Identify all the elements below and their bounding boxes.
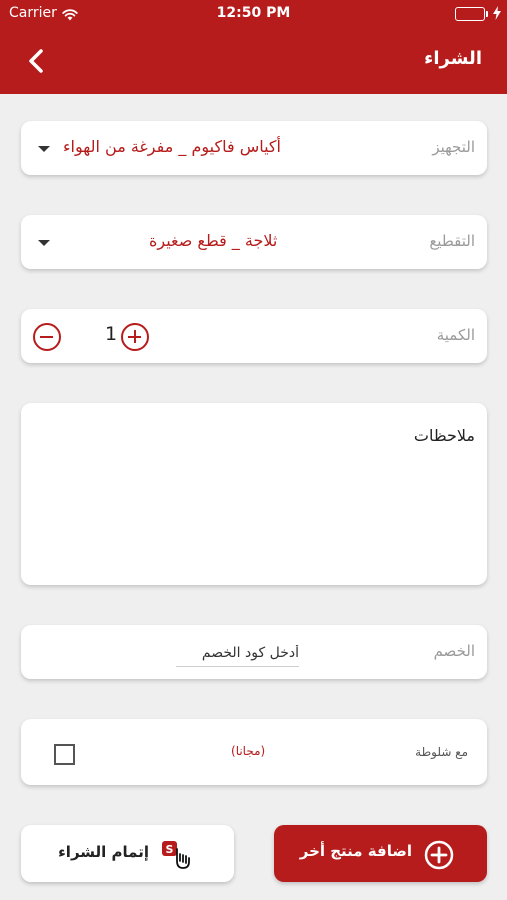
notes-label: ملاحظات	[413, 426, 475, 445]
cutting-value: ثلاجة _ قطع صغيرة	[149, 231, 278, 250]
packaging-select[interactable]: التجهيز أكياس فاكيوم _ مفرغة من الهواء	[21, 121, 487, 175]
chevron-down-icon	[38, 240, 50, 246]
discount-card: الخصم	[21, 625, 487, 679]
status-bar: Carrier 12:50 PM	[0, 0, 507, 28]
discount-label: الخصم	[433, 642, 475, 660]
add-product-button[interactable]: اضافة منتج أخر	[274, 825, 487, 882]
plus-icon-vertical	[133, 330, 136, 343]
tap-payment-icon: S	[161, 840, 195, 874]
wrap-label: مع شلوطة	[415, 745, 468, 759]
free-label: (مجانا)	[231, 744, 266, 758]
chevron-down-icon	[38, 146, 50, 152]
chevron-left-icon	[29, 49, 43, 73]
add-circle-icon	[424, 840, 454, 874]
packaging-value: أكياس فاكيوم _ مفرغة من الهواء	[63, 137, 281, 156]
checkout-button[interactable]: S إتمام الشراء	[21, 825, 234, 882]
battery-icon	[455, 7, 485, 21]
page-title: الشراء	[424, 48, 482, 69]
quantity-label: الكمية	[436, 326, 475, 344]
wrap-checkbox[interactable]	[54, 744, 75, 765]
charging-bolt-icon	[493, 5, 501, 24]
quantity-stepper: الكمية 1	[21, 309, 487, 363]
increase-button[interactable]	[121, 323, 149, 351]
quantity-value: 1	[105, 323, 118, 345]
notes-textarea[interactable]	[31, 453, 477, 573]
cutting-select[interactable]: التقطيع ثلاجة _ قطع صغيرة	[21, 215, 487, 269]
back-button[interactable]	[22, 46, 52, 76]
wrap-option-card: (مجانا) مع شلوطة	[21, 719, 487, 785]
decrease-button[interactable]	[33, 323, 61, 351]
svg-text:S: S	[166, 843, 174, 856]
nav-bar: الشراء	[0, 28, 507, 94]
cutting-label: التقطيع	[429, 232, 475, 250]
checkout-label: إتمام الشراء	[58, 843, 149, 861]
notes-card: ملاحظات	[21, 403, 487, 585]
status-time: 12:50 PM	[216, 5, 291, 21]
packaging-label: التجهيز	[432, 138, 475, 156]
add-product-label: اضافة منتج أخر	[299, 842, 412, 860]
discount-code-input[interactable]	[176, 639, 299, 667]
battery-tip	[486, 11, 488, 17]
minus-icon	[40, 335, 53, 338]
